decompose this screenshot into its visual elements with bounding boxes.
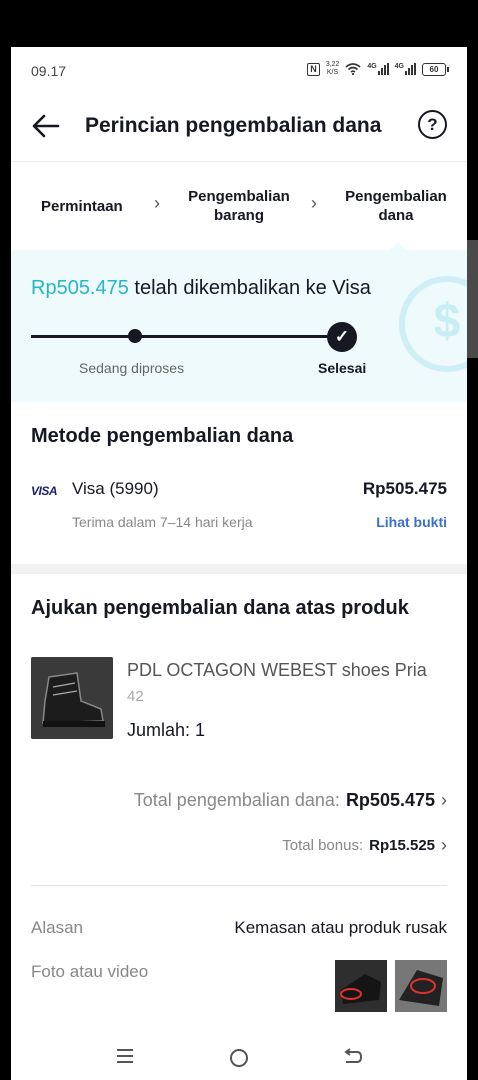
progress-dot — [128, 329, 142, 343]
signal-bars-icon — [377, 63, 389, 75]
signal-2: 4G — [395, 63, 416, 75]
check-icon: ✓ — [327, 322, 357, 352]
product-thumbnail[interactable] — [31, 657, 113, 739]
reason-value: Kemasan atau produk rusak — [234, 918, 447, 937]
method-title: Metode pengembalian dana — [31, 425, 294, 447]
refund-status-text: Rp505.475 telah dikembalikan ke Visa — [31, 277, 371, 300]
reason-label: Alasan — [31, 918, 83, 937]
refund-status-banner: $ Rp505.475 telah dikembalikan ke Visa ✓… — [11, 250, 467, 402]
product-quantity: Jumlah: 1 — [127, 720, 206, 740]
chevron-right-icon: › — [441, 790, 447, 810]
signal-1: 4G — [367, 63, 389, 75]
status-bar: 09.17 N 3,22 K/S 4G 4G 60 — [11, 47, 467, 93]
progress-steps: Permintaan › Pengembalian barang › Penge… — [11, 162, 467, 251]
battery-icon: 60 — [422, 62, 449, 76]
status-icons: N 3,22 K/S 4G 4G 60 — [307, 61, 449, 77]
total-refund-amount: Rp505.475 — [345, 790, 435, 810]
speed-value: 3,22 — [325, 61, 340, 68]
progress-label-done: Selesai — [318, 360, 367, 376]
product-name: PDL OCTAGON WEBEST shoes Pria — [127, 660, 427, 680]
product-section-title: Ajukan pengembalian dana atas produk — [31, 597, 409, 619]
method-amount: Rp505.475 — [362, 479, 447, 498]
refund-destination: telah dikembalikan ke Visa — [128, 277, 371, 299]
step-request: Permintaan — [41, 198, 123, 215]
nfc-icon: N — [307, 62, 320, 76]
card-name: Visa (5990) — [72, 479, 159, 498]
media-label: Foto atau video — [31, 962, 149, 981]
refund-emblem-icon: $ — [399, 276, 467, 372]
chevron-right-icon: › — [154, 193, 160, 213]
wifi-icon — [345, 63, 361, 75]
question-circle-icon[interactable]: ? — [418, 110, 447, 139]
app-header: Perincian pengembalian dana ? — [11, 93, 467, 162]
speed-unit: K/S — [326, 69, 339, 76]
battery-level: 60 — [422, 62, 446, 76]
signal-2-label: 4G — [394, 63, 404, 70]
total-bonus-amount: Rp15.525 — [369, 837, 435, 854]
refund-eta: Terima dalam 7–14 hari kerja — [72, 514, 253, 530]
total-bonus-row[interactable]: Total bonus: Rp15.525 › — [282, 835, 447, 856]
photo-icon — [335, 960, 387, 1012]
step-return-item: Pengembalian barang — [188, 188, 290, 224]
total-refund-label: Total pengembalian dana: — [133, 790, 340, 810]
visa-logo-icon: VISA — [31, 484, 58, 498]
evidence-photo-2[interactable] — [395, 960, 447, 1012]
menu-icon[interactable] — [105, 1042, 145, 1072]
boot-image-icon — [31, 657, 113, 739]
photo-icon — [395, 960, 447, 1012]
progress-track — [31, 335, 341, 338]
system-nav-bar — [11, 1032, 467, 1080]
signal-bars-icon — [405, 63, 416, 75]
refund-amount: Rp505.475 — [31, 277, 129, 299]
page-title: Perincian pengembalian dana — [85, 114, 382, 137]
step-refund: Pengembalian dana — [345, 188, 447, 224]
home-icon[interactable] — [219, 1042, 259, 1072]
product-variant: 42 — [127, 688, 144, 705]
total-bonus-label: Total bonus: — [282, 837, 364, 854]
screen: 09.17 N 3,22 K/S 4G 4G 60 Perincian peng… — [11, 47, 467, 1080]
view-proof-link[interactable]: Lihat bukti — [376, 514, 447, 530]
total-refund-row[interactable]: Total pengembalian dana: Rp505.475 › — [134, 790, 447, 811]
arrow-left-icon[interactable] — [31, 113, 61, 139]
clock: 09.17 — [31, 63, 67, 79]
signal-1-label: 4G — [367, 63, 377, 70]
network-speed: 3,22 K/S — [326, 61, 340, 77]
chevron-right-icon: › — [311, 193, 317, 213]
side-handle — [467, 240, 478, 358]
back-nav-icon[interactable] — [333, 1042, 373, 1072]
progress-label-processing: Sedang diproses — [79, 360, 185, 376]
chevron-right-icon: › — [441, 835, 447, 855]
divider — [31, 885, 447, 886]
section-divider — [11, 564, 467, 574]
evidence-photo-1[interactable] — [335, 960, 387, 1012]
